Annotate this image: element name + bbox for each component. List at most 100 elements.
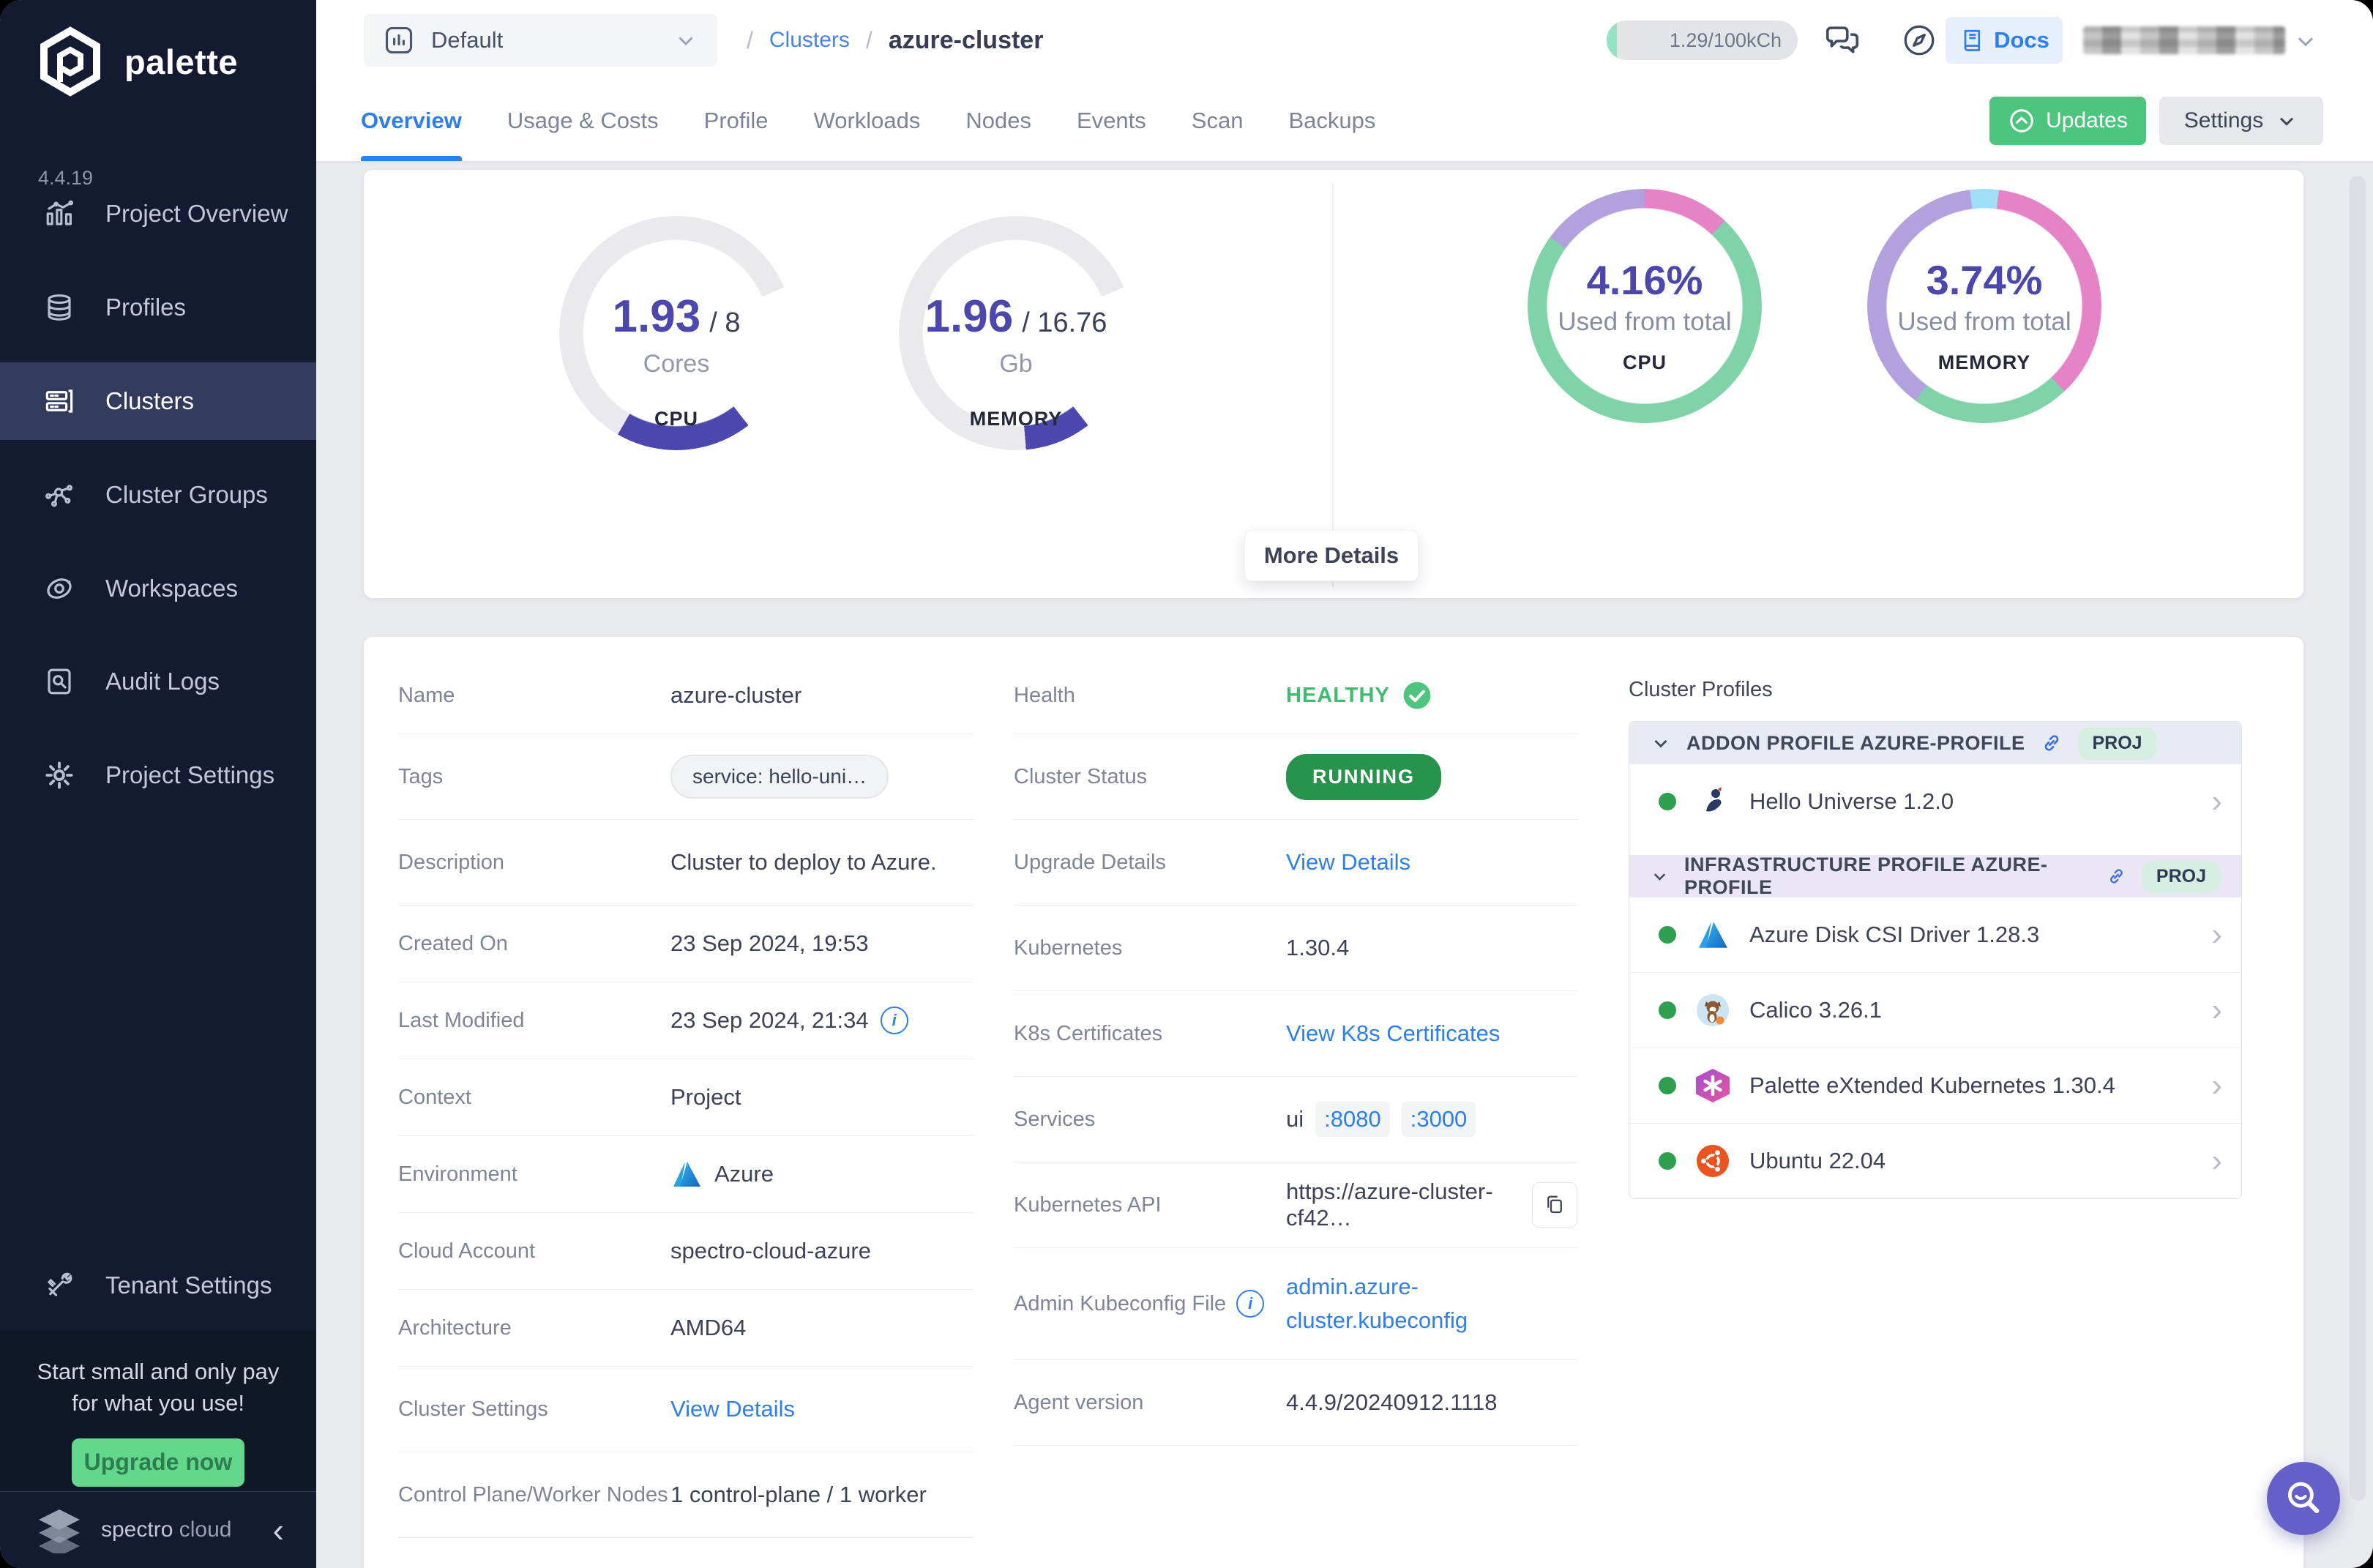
sidebar-item-cluster-groups[interactable]: Cluster Groups xyxy=(0,456,316,534)
profile-item-hello-universe[interactable]: Hello Universe 1.2.0 › xyxy=(1629,764,2241,839)
copy-icon xyxy=(1544,1194,1566,1216)
docs-label: Docs xyxy=(1994,27,2049,53)
collapse-sidebar-icon[interactable]: ‹ xyxy=(273,1513,284,1547)
tab-overview[interactable]: Overview xyxy=(361,81,462,161)
user-menu-chevron-icon[interactable] xyxy=(2292,28,2319,54)
detail-row-upgrade-details: Upgrade Details View Details xyxy=(1014,820,1577,906)
detail-value: 23 Sep 2024, 21:34 xyxy=(670,1007,869,1034)
memory-gauge: 1.96/ 16.76 Gb MEMORY xyxy=(899,216,1133,450)
search-fab-button[interactable] xyxy=(2267,1462,2340,1535)
tab-scan[interactable]: Scan xyxy=(1192,81,1244,161)
detail-label: Agent version xyxy=(1014,1391,1286,1415)
sidebar-item-label: Project Overview xyxy=(105,200,288,228)
upgrade-details-link[interactable]: View Details xyxy=(1286,849,1410,876)
explore-button[interactable] xyxy=(1897,18,1941,62)
tag-pill[interactable]: service: hello-uni… xyxy=(670,755,889,799)
detail-value: 1 control-plane / 1 worker xyxy=(670,1482,927,1508)
sidebar-item-project-overview[interactable]: Project Overview xyxy=(0,175,316,253)
proj-badge: PROJ xyxy=(2078,727,2157,760)
book-icon xyxy=(1959,27,1985,53)
status-dot xyxy=(1659,1077,1676,1094)
group-gap xyxy=(1629,839,2241,855)
tab-profile[interactable]: Profile xyxy=(704,81,769,161)
detail-label: Control Plane/Worker Nodes xyxy=(398,1483,670,1507)
settings-label: Settings xyxy=(2184,108,2263,133)
sidebar-item-tenant-settings[interactable]: Tenant Settings xyxy=(0,1247,316,1324)
infrastructure-profile-header[interactable]: INFRASTRUCTURE PROFILE AZURE-PROFILE PRO… xyxy=(1629,855,2241,897)
sidebar-item-audit-logs[interactable]: Audit Logs xyxy=(0,643,316,720)
sidebar-item-workspaces[interactable]: Workspaces xyxy=(0,550,316,627)
gear-icon xyxy=(44,760,75,791)
stack-icon xyxy=(44,292,75,323)
sidebar-item-project-settings[interactable]: Project Settings xyxy=(0,736,316,814)
check-circle-icon xyxy=(1402,680,1432,711)
sidebar: palette 4.4.19 Project Overview Profiles… xyxy=(0,0,316,1568)
tab-workloads[interactable]: Workloads xyxy=(814,81,921,161)
kubeconfig-link[interactable]: admin.azure- cluster.kubeconfig xyxy=(1286,1270,1468,1338)
project-selector[interactable]: Default xyxy=(364,14,717,67)
detail-label: Cluster Settings xyxy=(398,1397,670,1422)
breadcrumb-separator: / xyxy=(747,27,753,54)
compass-icon xyxy=(1901,22,1937,59)
updates-icon xyxy=(2008,107,2036,135)
memory-used-value: 1.96 xyxy=(925,291,1014,343)
cluster-profiles-panel: ADDON PROFILE AZURE-PROFILE PROJ Hello U… xyxy=(1629,721,2242,1199)
sidebar-item-profiles[interactable]: Profiles xyxy=(0,269,316,346)
profile-item-calico[interactable]: Calico 3.26.1 › xyxy=(1629,972,2241,1048)
upgrade-now-button[interactable]: Upgrade now xyxy=(72,1438,244,1487)
info-icon[interactable]: i xyxy=(881,1007,908,1034)
service-port-link[interactable]: :3000 xyxy=(1402,1102,1476,1137)
info-icon[interactable]: i xyxy=(1236,1290,1264,1318)
more-details-button[interactable]: More Details xyxy=(1244,530,1419,581)
chevron-down-icon xyxy=(1650,865,1670,887)
chevron-down-icon xyxy=(1650,732,1672,754)
service-port-link[interactable]: :8080 xyxy=(1315,1102,1390,1137)
profile-item-palette-kubernetes[interactable]: Palette eXtended Kubernetes 1.30.4 › xyxy=(1629,1048,2241,1123)
addon-profile-header[interactable]: ADDON PROFILE AZURE-PROFILE PROJ xyxy=(1629,722,2241,764)
status-dot xyxy=(1659,926,1676,944)
breadcrumb-clusters-link[interactable]: Clusters xyxy=(769,28,850,53)
tab-nodes[interactable]: Nodes xyxy=(965,81,1031,161)
sidebar-item-label: Clusters xyxy=(105,387,194,415)
tab-backups[interactable]: Backups xyxy=(1288,81,1375,161)
detail-label: Health xyxy=(1014,684,1286,708)
sidebar-item-label: Profiles xyxy=(105,294,186,321)
project-scope-icon xyxy=(383,24,415,56)
tab-events[interactable]: Events xyxy=(1077,81,1146,161)
cpu-used-value: 1.93 xyxy=(613,291,701,343)
scrollbar[interactable] xyxy=(2350,176,2366,1501)
memory-percent: 3.74% xyxy=(1867,256,2101,304)
memory-total-value: / 16.76 xyxy=(1022,307,1107,339)
hello-universe-logo xyxy=(1695,784,1730,819)
detail-row-cluster-settings: Cluster Settings View Details xyxy=(398,1367,974,1452)
detail-label: Name xyxy=(398,684,670,708)
palette-logo: palette xyxy=(35,26,238,97)
copy-button[interactable] xyxy=(1532,1182,1577,1228)
profile-group-title: INFRASTRUCTURE PROFILE AZURE-PROFILE xyxy=(1684,854,2091,899)
detail-label: Description xyxy=(398,851,670,875)
memory-gauge-label: MEMORY xyxy=(899,408,1133,430)
detail-value: Cluster to deploy to Azure. xyxy=(670,849,937,876)
detail-label: K8s Certificates xyxy=(1014,1022,1286,1046)
view-k8s-certificates-link[interactable]: View K8s Certificates xyxy=(1286,1020,1500,1047)
sidebar-item-clusters[interactable]: Clusters xyxy=(0,362,316,440)
profile-item-azure-disk[interactable]: Azure Disk CSI Driver 1.28.3 › xyxy=(1629,897,2241,972)
card-divider xyxy=(1332,183,1334,587)
tab-usage-costs[interactable]: Usage & Costs xyxy=(507,81,659,161)
detail-value: 4.4.9/20240912.1118 xyxy=(1286,1389,1497,1416)
settings-button[interactable]: Settings xyxy=(2159,97,2323,145)
docs-button[interactable]: Docs xyxy=(1946,17,2063,64)
updates-button[interactable]: Updates xyxy=(1989,97,2146,145)
sidebar-item-label: Tenant Settings xyxy=(105,1272,272,1299)
details-left-column: Name azure-cluster Tags service: hello-u… xyxy=(398,637,974,1538)
profile-item-ubuntu[interactable]: Ubuntu 22.04 › xyxy=(1629,1123,2241,1198)
status-dot xyxy=(1659,1152,1676,1170)
view-details-link[interactable]: View Details xyxy=(670,1396,795,1422)
usage-meter-progress xyxy=(1607,20,1617,60)
azure-icon xyxy=(670,1158,703,1190)
feedback-button[interactable] xyxy=(1820,18,1864,62)
user-name-redacted[interactable] xyxy=(2083,26,2285,54)
chevron-right-icon: › xyxy=(2211,994,2222,1026)
palette-kubernetes-logo xyxy=(1695,1068,1730,1103)
chevron-down-icon xyxy=(673,28,698,53)
